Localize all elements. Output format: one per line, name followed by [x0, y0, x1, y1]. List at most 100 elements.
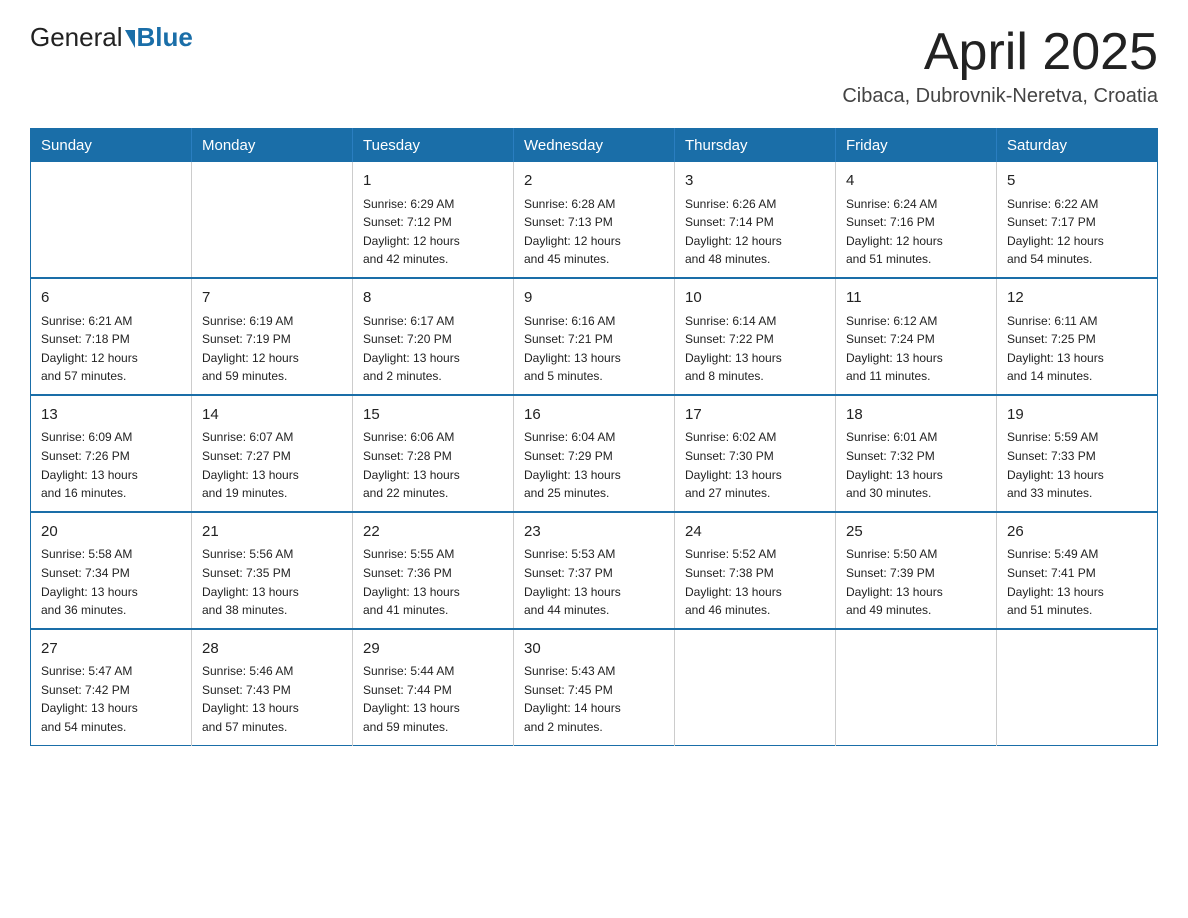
day-number: 14: [202, 404, 342, 427]
day-number: 25: [846, 521, 986, 544]
day-number: 3: [685, 170, 825, 193]
day-info: Sunrise: 6:09 AM Sunset: 7:26 PM Dayligh…: [41, 428, 181, 502]
calendar-day-cell: [192, 162, 353, 278]
calendar-day-cell: 30Sunrise: 5:43 AM Sunset: 7:45 PM Dayli…: [514, 629, 675, 745]
day-info: Sunrise: 6:17 AM Sunset: 7:20 PM Dayligh…: [363, 312, 503, 386]
calendar-title: April 2025: [842, 24, 1158, 81]
calendar-day-cell: 10Sunrise: 6:14 AM Sunset: 7:22 PM Dayli…: [675, 278, 836, 395]
calendar-day-cell: 6Sunrise: 6:21 AM Sunset: 7:18 PM Daylig…: [31, 278, 192, 395]
day-number: 24: [685, 521, 825, 544]
day-info: Sunrise: 6:04 AM Sunset: 7:29 PM Dayligh…: [524, 428, 664, 502]
day-info: Sunrise: 6:24 AM Sunset: 7:16 PM Dayligh…: [846, 195, 986, 269]
day-number: 5: [1007, 170, 1147, 193]
day-info: Sunrise: 5:53 AM Sunset: 7:37 PM Dayligh…: [524, 545, 664, 619]
calendar-day-cell: 17Sunrise: 6:02 AM Sunset: 7:30 PM Dayli…: [675, 395, 836, 512]
day-of-week-header: Thursday: [675, 129, 836, 163]
day-number: 11: [846, 287, 986, 310]
day-number: 28: [202, 638, 342, 661]
calendar-subtitle: Cibaca, Dubrovnik-Neretva, Croatia: [842, 85, 1158, 108]
day-number: 7: [202, 287, 342, 310]
day-info: Sunrise: 6:22 AM Sunset: 7:17 PM Dayligh…: [1007, 195, 1147, 269]
calendar-day-cell: 11Sunrise: 6:12 AM Sunset: 7:24 PM Dayli…: [836, 278, 997, 395]
day-number: 27: [41, 638, 181, 661]
day-number: 20: [41, 521, 181, 544]
day-info: Sunrise: 6:12 AM Sunset: 7:24 PM Dayligh…: [846, 312, 986, 386]
day-info: Sunrise: 5:59 AM Sunset: 7:33 PM Dayligh…: [1007, 428, 1147, 502]
calendar-week-row: 27Sunrise: 5:47 AM Sunset: 7:42 PM Dayli…: [31, 629, 1158, 745]
day-info: Sunrise: 5:44 AM Sunset: 7:44 PM Dayligh…: [363, 662, 503, 736]
calendar-header-row: SundayMondayTuesdayWednesdayThursdayFrid…: [31, 129, 1158, 163]
day-number: 30: [524, 638, 664, 661]
day-info: Sunrise: 6:29 AM Sunset: 7:12 PM Dayligh…: [363, 195, 503, 269]
day-info: Sunrise: 5:46 AM Sunset: 7:43 PM Dayligh…: [202, 662, 342, 736]
calendar-day-cell: [31, 162, 192, 278]
day-number: 22: [363, 521, 503, 544]
calendar-table: SundayMondayTuesdayWednesdayThursdayFrid…: [30, 128, 1158, 745]
day-number: 6: [41, 287, 181, 310]
day-of-week-header: Saturday: [997, 129, 1158, 163]
day-info: Sunrise: 5:50 AM Sunset: 7:39 PM Dayligh…: [846, 545, 986, 619]
day-number: 16: [524, 404, 664, 427]
calendar-week-row: 6Sunrise: 6:21 AM Sunset: 7:18 PM Daylig…: [31, 278, 1158, 395]
day-info: Sunrise: 6:28 AM Sunset: 7:13 PM Dayligh…: [524, 195, 664, 269]
calendar-day-cell: 29Sunrise: 5:44 AM Sunset: 7:44 PM Dayli…: [353, 629, 514, 745]
day-number: 12: [1007, 287, 1147, 310]
day-info: Sunrise: 5:47 AM Sunset: 7:42 PM Dayligh…: [41, 662, 181, 736]
day-info: Sunrise: 6:16 AM Sunset: 7:21 PM Dayligh…: [524, 312, 664, 386]
calendar-day-cell: 25Sunrise: 5:50 AM Sunset: 7:39 PM Dayli…: [836, 512, 997, 629]
day-of-week-header: Sunday: [31, 129, 192, 163]
day-number: 1: [363, 170, 503, 193]
day-info: Sunrise: 6:06 AM Sunset: 7:28 PM Dayligh…: [363, 428, 503, 502]
page-header: General Blue April 2025 Cibaca, Dubrovni…: [30, 24, 1158, 108]
day-number: 13: [41, 404, 181, 427]
calendar-day-cell: 22Sunrise: 5:55 AM Sunset: 7:36 PM Dayli…: [353, 512, 514, 629]
calendar-day-cell: 26Sunrise: 5:49 AM Sunset: 7:41 PM Dayli…: [997, 512, 1158, 629]
calendar-day-cell: 27Sunrise: 5:47 AM Sunset: 7:42 PM Dayli…: [31, 629, 192, 745]
day-number: 19: [1007, 404, 1147, 427]
day-number: 8: [363, 287, 503, 310]
title-block: April 2025 Cibaca, Dubrovnik-Neretva, Cr…: [842, 24, 1158, 108]
day-info: Sunrise: 5:56 AM Sunset: 7:35 PM Dayligh…: [202, 545, 342, 619]
calendar-day-cell: 20Sunrise: 5:58 AM Sunset: 7:34 PM Dayli…: [31, 512, 192, 629]
calendar-day-cell: 24Sunrise: 5:52 AM Sunset: 7:38 PM Dayli…: [675, 512, 836, 629]
calendar-day-cell: 18Sunrise: 6:01 AM Sunset: 7:32 PM Dayli…: [836, 395, 997, 512]
calendar-day-cell: 21Sunrise: 5:56 AM Sunset: 7:35 PM Dayli…: [192, 512, 353, 629]
calendar-day-cell: 28Sunrise: 5:46 AM Sunset: 7:43 PM Dayli…: [192, 629, 353, 745]
calendar-day-cell: 3Sunrise: 6:26 AM Sunset: 7:14 PM Daylig…: [675, 162, 836, 278]
day-info: Sunrise: 6:11 AM Sunset: 7:25 PM Dayligh…: [1007, 312, 1147, 386]
logo-blue-text: Blue: [137, 24, 193, 50]
day-of-week-header: Wednesday: [514, 129, 675, 163]
calendar-day-cell: 16Sunrise: 6:04 AM Sunset: 7:29 PM Dayli…: [514, 395, 675, 512]
calendar-day-cell: 13Sunrise: 6:09 AM Sunset: 7:26 PM Dayli…: [31, 395, 192, 512]
day-number: 29: [363, 638, 503, 661]
calendar-day-cell: 9Sunrise: 6:16 AM Sunset: 7:21 PM Daylig…: [514, 278, 675, 395]
day-of-week-header: Monday: [192, 129, 353, 163]
calendar-day-cell: 14Sunrise: 6:07 AM Sunset: 7:27 PM Dayli…: [192, 395, 353, 512]
day-info: Sunrise: 6:02 AM Sunset: 7:30 PM Dayligh…: [685, 428, 825, 502]
day-number: 18: [846, 404, 986, 427]
calendar-day-cell: 7Sunrise: 6:19 AM Sunset: 7:19 PM Daylig…: [192, 278, 353, 395]
logo: General Blue: [30, 24, 193, 50]
day-info: Sunrise: 6:19 AM Sunset: 7:19 PM Dayligh…: [202, 312, 342, 386]
calendar-day-cell: 5Sunrise: 6:22 AM Sunset: 7:17 PM Daylig…: [997, 162, 1158, 278]
day-info: Sunrise: 5:52 AM Sunset: 7:38 PM Dayligh…: [685, 545, 825, 619]
day-info: Sunrise: 6:14 AM Sunset: 7:22 PM Dayligh…: [685, 312, 825, 386]
day-number: 21: [202, 521, 342, 544]
calendar-day-cell: 12Sunrise: 6:11 AM Sunset: 7:25 PM Dayli…: [997, 278, 1158, 395]
calendar-day-cell: 4Sunrise: 6:24 AM Sunset: 7:16 PM Daylig…: [836, 162, 997, 278]
calendar-day-cell: 1Sunrise: 6:29 AM Sunset: 7:12 PM Daylig…: [353, 162, 514, 278]
day-number: 26: [1007, 521, 1147, 544]
day-info: Sunrise: 6:26 AM Sunset: 7:14 PM Dayligh…: [685, 195, 825, 269]
day-number: 17: [685, 404, 825, 427]
logo-arrow-icon: [125, 30, 135, 48]
day-info: Sunrise: 6:07 AM Sunset: 7:27 PM Dayligh…: [202, 428, 342, 502]
calendar-day-cell: 8Sunrise: 6:17 AM Sunset: 7:20 PM Daylig…: [353, 278, 514, 395]
calendar-week-row: 20Sunrise: 5:58 AM Sunset: 7:34 PM Dayli…: [31, 512, 1158, 629]
day-info: Sunrise: 6:01 AM Sunset: 7:32 PM Dayligh…: [846, 428, 986, 502]
day-number: 4: [846, 170, 986, 193]
day-info: Sunrise: 5:58 AM Sunset: 7:34 PM Dayligh…: [41, 545, 181, 619]
calendar-week-row: 1Sunrise: 6:29 AM Sunset: 7:12 PM Daylig…: [31, 162, 1158, 278]
calendar-week-row: 13Sunrise: 6:09 AM Sunset: 7:26 PM Dayli…: [31, 395, 1158, 512]
day-number: 9: [524, 287, 664, 310]
day-number: 23: [524, 521, 664, 544]
